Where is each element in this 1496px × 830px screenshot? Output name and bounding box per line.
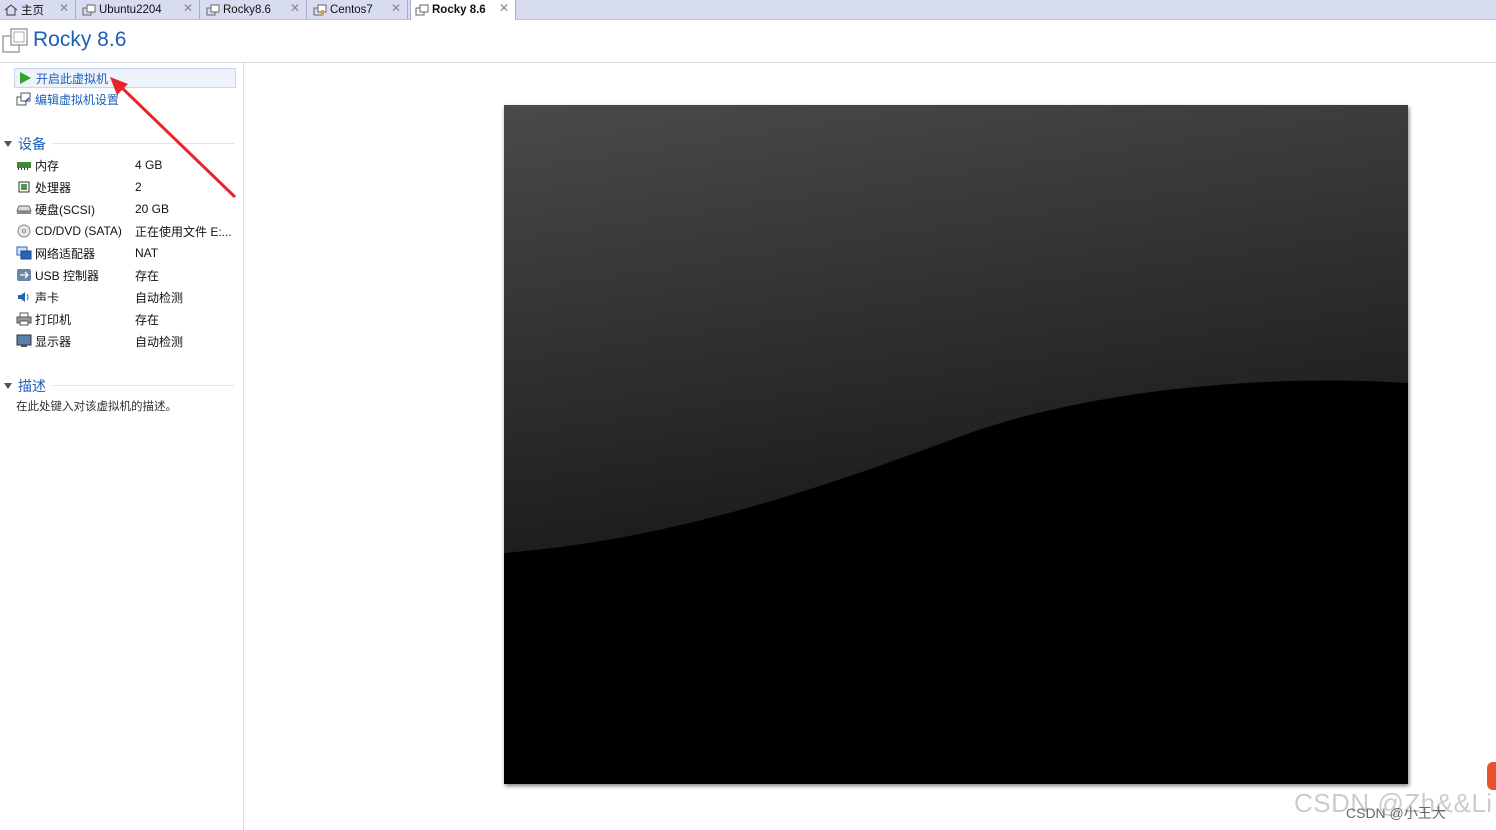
- watermark-sub: CSDN @小王大: [1346, 805, 1446, 821]
- annotation-arrow: [110, 77, 237, 199]
- csdn-logo-icon: [1487, 762, 1496, 790]
